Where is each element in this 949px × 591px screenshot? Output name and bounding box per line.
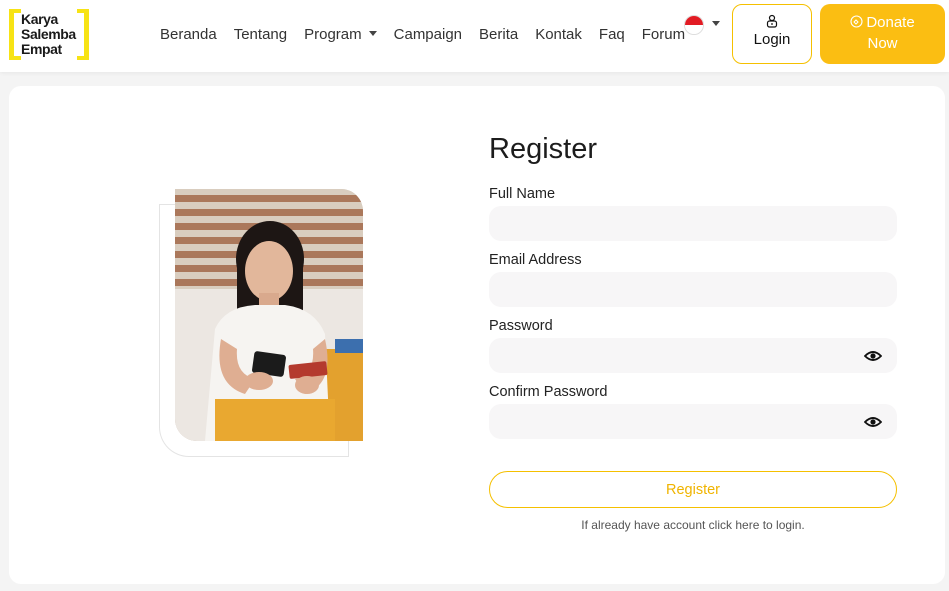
donate-button-label-line2: Now	[867, 35, 898, 52]
photo-illustration	[175, 189, 363, 441]
register-title: Register	[489, 133, 597, 165]
nav-item-berita[interactable]: Berita	[479, 26, 518, 43]
register-button[interactable]: Register	[489, 471, 897, 508]
navbar: Karya Salemba Empat Beranda Tentang Prog…	[0, 0, 949, 72]
login-link[interactable]: If already have account click here to lo…	[489, 518, 897, 532]
nav-item-forum[interactable]: Forum	[642, 26, 685, 43]
email-address-input[interactable]	[489, 272, 897, 307]
login-button[interactable]: Login	[732, 4, 812, 64]
donate-now-button[interactable]: Donate Now	[820, 4, 945, 64]
nav-item-program[interactable]: Program	[304, 26, 377, 43]
nav-item-faq[interactable]: Faq	[599, 26, 625, 43]
login-icon	[766, 14, 778, 28]
password-label: Password	[489, 318, 553, 334]
email-address-label: Email Address	[489, 252, 582, 268]
chevron-down-icon	[368, 31, 377, 36]
password-input[interactable]	[489, 338, 897, 373]
nav-item-beranda[interactable]: Beranda	[160, 26, 217, 43]
full-name-label: Full Name	[489, 186, 556, 202]
nav-item-tentang[interactable]: Tentang	[234, 26, 287, 43]
brand-logo[interactable]: Karya Salemba Empat	[9, 9, 89, 60]
full-name-input[interactable]	[489, 206, 897, 241]
nav-menu: Beranda Tentang Program Campaign Berita …	[160, 26, 702, 43]
nav-item-kontak[interactable]: Kontak	[535, 26, 582, 43]
confirm-password-label: Confirm Password	[489, 384, 608, 400]
donate-icon	[850, 15, 863, 28]
login-button-label: Login	[753, 31, 791, 48]
show-password-eye-icon[interactable]	[864, 350, 882, 362]
logo-text: Karya Salemba Empat	[21, 11, 76, 57]
indonesia-flag-icon[interactable]	[684, 15, 704, 35]
woman-with-phone-and-card-photo	[175, 189, 363, 441]
nav-item-campaign[interactable]: Campaign	[394, 26, 462, 43]
confirm-password-input[interactable]	[489, 404, 897, 439]
register-card	[9, 86, 945, 584]
show-confirm-password-eye-icon[interactable]	[864, 416, 882, 428]
donate-button-label-line1: Donate	[866, 14, 915, 31]
language-chevron-down-icon[interactable]	[712, 21, 720, 26]
